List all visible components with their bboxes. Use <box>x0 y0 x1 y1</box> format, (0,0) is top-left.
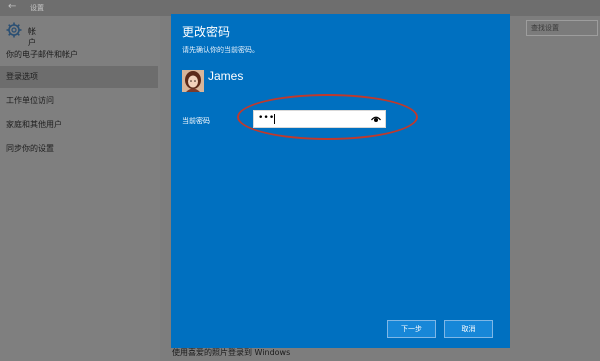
sidebar-item-sync-settings[interactable]: 同步你的设置 <box>0 138 158 160</box>
avatar <box>182 70 204 92</box>
change-password-dialog: 更改密码 请先确认你的当前密码。 James 当前密码 ••• 下一步 取消 <box>171 14 510 348</box>
current-password-label: 当前密码 <box>182 117 210 125</box>
sidebar: 帐户 你的电子邮件和帐户 登录选项 工作单位访问 家庭和其他用户 同步你的设置 <box>0 16 160 361</box>
picture-password-text: 使用喜爱的照片登录到 Windows <box>172 348 291 357</box>
user-name: James <box>208 69 244 83</box>
sidebar-item-sign-in-options[interactable]: 登录选项 <box>0 66 158 88</box>
cancel-button[interactable]: 取消 <box>444 320 493 338</box>
back-arrow-icon[interactable]: ← <box>8 1 16 12</box>
search-input[interactable]: 查找设置 <box>526 20 598 36</box>
sidebar-item-email-accounts[interactable]: 你的电子邮件和帐户 <box>0 44 158 66</box>
user-avatar-image <box>182 70 204 92</box>
dialog-title: 更改密码 <box>182 25 231 39</box>
dialog-subtitle: 请先确认你的当前密码。 <box>182 46 259 54</box>
window-title: 设置 <box>30 4 44 12</box>
sidebar-item-work-access[interactable]: 工作单位访问 <box>0 90 158 112</box>
gear-icon <box>6 22 22 38</box>
highlight-annotation-oval <box>237 94 418 140</box>
sidebar-item-family-users[interactable]: 家庭和其他用户 <box>0 114 158 136</box>
next-button[interactable]: 下一步 <box>387 320 436 338</box>
